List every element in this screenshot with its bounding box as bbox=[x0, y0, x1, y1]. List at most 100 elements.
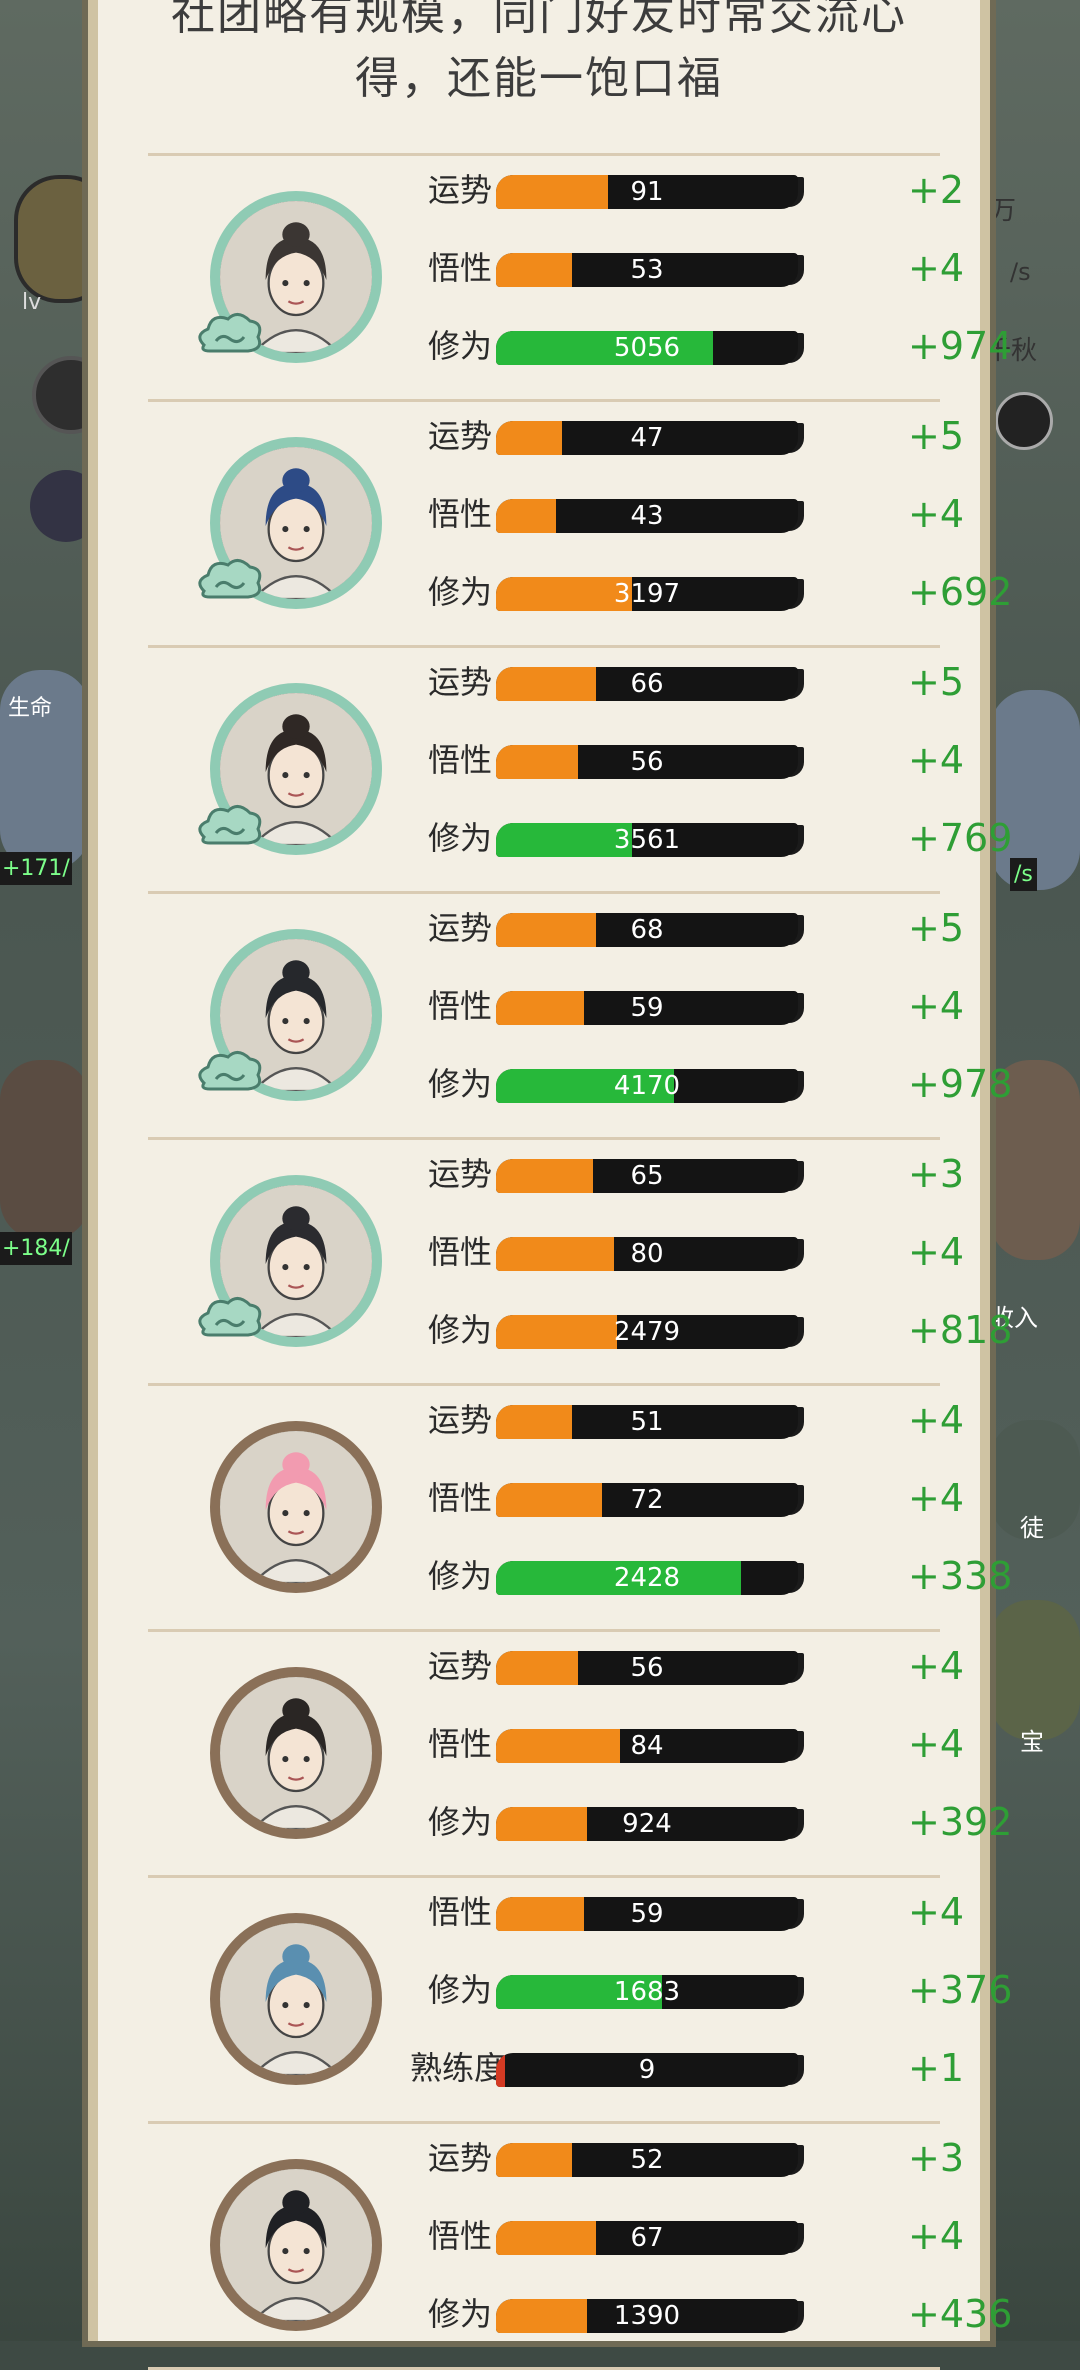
disciple-list-panel[interactable]: 社团略有规模，同门好友时常交流心 得，还能一饱口福 运势 91 +2 悟性 53 +4 修为… bbox=[88, 0, 1012, 2370]
stat-bar: 2479 bbox=[496, 1315, 798, 1349]
disciple-avatar[interactable] bbox=[210, 1421, 382, 1593]
stat-delta: +4 bbox=[908, 738, 965, 782]
stat-bar: 59 bbox=[496, 1897, 798, 1931]
stat-bar: 1390 bbox=[496, 2299, 798, 2333]
stat-label: 修为 bbox=[428, 1557, 493, 1595]
cloud-ornament-icon bbox=[194, 551, 264, 607]
stat-value: 924 bbox=[622, 1809, 672, 1839]
stat-value: 43 bbox=[630, 501, 664, 531]
stat-label: 运势 bbox=[428, 663, 493, 701]
stat-delta: +692 bbox=[908, 570, 1013, 614]
stat-label: 运势 bbox=[428, 1647, 493, 1685]
stat-delta: +2 bbox=[908, 168, 965, 212]
stat-label: 修为 bbox=[428, 819, 493, 857]
stat-bar: 68 bbox=[496, 913, 798, 947]
stat-delta: +4 bbox=[908, 1644, 965, 1688]
stat-label: 悟性 bbox=[428, 1479, 493, 1517]
stat-line: 悟性 72 +4 bbox=[428, 1473, 964, 1523]
right-rate-2: /s bbox=[1010, 858, 1037, 891]
disciple-row[interactable]: 运势 52 +3 悟性 67 +4 修为 1390 +436 bbox=[98, 2123, 1012, 2369]
stat-delta: +818 bbox=[908, 1308, 1013, 1352]
disciple-row[interactable]: 运势 68 +5 悟性 59 +4 修为 4170 +978 bbox=[98, 893, 1012, 1139]
stat-label: 运势 bbox=[428, 909, 493, 947]
disciple-row[interactable]: 运势 66 +5 悟性 56 +4 修为 3561 +769 bbox=[98, 647, 1012, 893]
stat-bar: 4170 bbox=[496, 1069, 798, 1103]
stat-line: 修为 924 +392 bbox=[428, 1797, 1012, 1847]
stat-value: 2479 bbox=[613, 1317, 681, 1347]
stat-label: 悟性 bbox=[428, 1725, 493, 1763]
left-rate-2: +184/ bbox=[0, 1232, 72, 1265]
stat-line: 修为 3561 +769 bbox=[428, 813, 1012, 863]
stat-label: 悟性 bbox=[428, 741, 493, 779]
stat-delta: +4 bbox=[908, 1398, 965, 1442]
right-wan-label: 万 bbox=[990, 196, 1017, 226]
stat-label: 悟性 bbox=[428, 1233, 493, 1271]
stat-value: 84 bbox=[630, 1731, 664, 1761]
stat-value: 4170 bbox=[613, 1071, 681, 1101]
stat-bar: 59 bbox=[496, 991, 798, 1025]
stat-label: 修为 bbox=[428, 1803, 493, 1841]
disciple-row[interactable]: 运势 91 +2 悟性 53 +4 修为 5056 +974 bbox=[98, 155, 1012, 401]
stat-bar: 72 bbox=[496, 1483, 798, 1517]
level-label: lv bbox=[22, 290, 42, 315]
stat-delta: +769 bbox=[908, 816, 1013, 860]
panel-description-line2: 得，还能一饱口福 bbox=[355, 53, 723, 104]
left-disciple-card-2[interactable] bbox=[0, 1060, 90, 1240]
stat-bar: 56 bbox=[496, 1651, 798, 1685]
stat-label: 运势 bbox=[428, 1401, 493, 1439]
stat-line: 修为 4170 +978 bbox=[428, 1059, 1012, 1109]
right-treasure-card[interactable] bbox=[990, 1600, 1080, 1740]
disciple-avatar[interactable] bbox=[210, 2159, 382, 2331]
stat-delta: +4 bbox=[908, 1890, 965, 1934]
stat-bar: 47 bbox=[496, 421, 798, 455]
disciple-row[interactable]: 运势 65 +3 悟性 80 +4 修为 2479 +818 bbox=[98, 1139, 1012, 1385]
disciple-row[interactable]: 运势 51 +4 悟性 72 +4 修为 2428 +338 bbox=[98, 1385, 1012, 1631]
stat-delta: +1 bbox=[908, 2046, 965, 2090]
stat-bar: 9 bbox=[496, 2053, 798, 2087]
stat-bar: 3561 bbox=[496, 823, 798, 857]
stat-label: 运势 bbox=[428, 2139, 493, 2177]
cloud-ornament-icon bbox=[194, 1289, 264, 1345]
stat-label: 熟练度 bbox=[410, 2049, 507, 2087]
cloud-ornament-icon bbox=[194, 305, 264, 361]
life-label: 生命 bbox=[8, 696, 53, 721]
stat-delta: +3 bbox=[908, 1152, 965, 1196]
stat-line: 悟性 53 +4 bbox=[428, 243, 964, 293]
stat-line: 悟性 56 +4 bbox=[428, 735, 964, 785]
stat-value: 80 bbox=[630, 1239, 664, 1269]
stat-value: 1683 bbox=[613, 1977, 681, 2007]
stat-bar: 2428 bbox=[496, 1561, 798, 1595]
stat-value: 3561 bbox=[613, 825, 681, 855]
stat-label: 修为 bbox=[428, 1065, 493, 1103]
stat-line: 修为 2479 +818 bbox=[428, 1305, 1012, 1355]
stat-line: 熟练度 9 +1 bbox=[410, 2043, 964, 2093]
stat-bar: 80 bbox=[496, 1237, 798, 1271]
disciple-avatar[interactable] bbox=[210, 1913, 382, 2085]
stat-label: 悟性 bbox=[428, 987, 493, 1025]
stat-line: 悟性 80 +4 bbox=[428, 1227, 964, 1277]
stat-bar: 56 bbox=[496, 745, 798, 779]
stat-line: 运势 51 +4 bbox=[428, 1395, 964, 1445]
stat-delta: +4 bbox=[908, 492, 965, 536]
pause-icon[interactable] bbox=[995, 392, 1053, 450]
stat-line: 运势 91 +2 bbox=[428, 165, 964, 215]
stat-delta: +974 bbox=[908, 324, 1013, 368]
stat-line: 运势 52 +3 bbox=[428, 2133, 964, 2183]
disciple-avatar[interactable] bbox=[210, 1667, 382, 1839]
stat-delta: +4 bbox=[908, 984, 965, 1028]
stat-line: 修为 1683 +376 bbox=[428, 1965, 1012, 2015]
disciple-row[interactable]: 悟性 59 +4 修为 1683 +376 熟练度 9 +1 bbox=[98, 1877, 1012, 2123]
disciple-row[interactable]: 运势 47 +5 悟性 43 +4 修为 3197 +692 bbox=[98, 401, 1012, 647]
stat-bar: 1683 bbox=[496, 1975, 798, 2009]
disciple-row[interactable]: 运势 56 +4 悟性 84 +4 修为 924 +392 bbox=[98, 1631, 1012, 1877]
stat-value: 53 bbox=[630, 255, 664, 285]
stat-bar: 66 bbox=[496, 667, 798, 701]
stat-delta: +4 bbox=[908, 1476, 965, 1520]
right-rate-label: /s bbox=[1010, 258, 1031, 286]
stat-value: 52 bbox=[630, 2145, 664, 2175]
stat-label: 修为 bbox=[428, 1311, 493, 1349]
stat-line: 运势 68 +5 bbox=[428, 903, 964, 953]
stat-line: 运势 56 +4 bbox=[428, 1641, 964, 1691]
disciple-label: 徒 bbox=[1020, 1514, 1044, 1542]
stat-line: 修为 5056 +974 bbox=[428, 321, 1012, 371]
